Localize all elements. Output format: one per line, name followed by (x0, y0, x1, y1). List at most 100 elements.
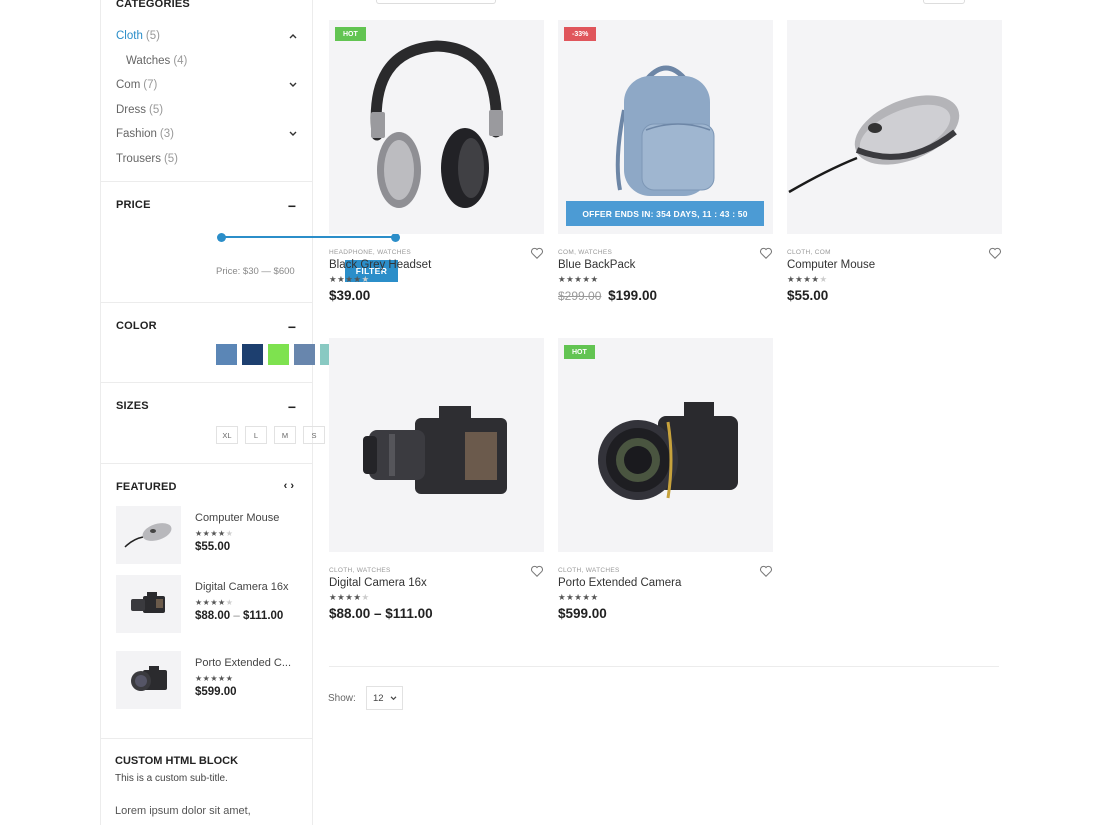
color-widget: COLOR − (101, 303, 312, 383)
product-name[interactable]: Porto Extended Camera (558, 577, 773, 589)
chevron-up-icon[interactable] (287, 31, 299, 41)
category-item-dress[interactable]: Dress (5) (116, 98, 299, 123)
color-swatch[interactable] (294, 344, 315, 365)
camera-icon[interactable] (116, 575, 181, 633)
product-card[interactable]: CLOTH, COM Computer Mouse ★★★★★ $55.00 (787, 20, 1002, 303)
product-card[interactable]: CLOTH, WATCHES Digital Camera 16x ★★★★★ … (329, 338, 544, 621)
star-icon: ★ (590, 274, 599, 284)
product-categories[interactable]: CLOTH, WATCHES (558, 567, 773, 574)
categories-title: CATEGORIES (116, 0, 190, 10)
chevron-down-icon[interactable] (287, 129, 299, 139)
star-icon: ★ (361, 274, 370, 284)
category-item-trousers[interactable]: Trousers (5) (116, 147, 299, 172)
heart-icon[interactable] (759, 564, 773, 578)
category-item-cloth[interactable]: Cloth (5) (116, 24, 299, 49)
color-swatch[interactable] (268, 344, 289, 365)
color-swatch[interactable] (216, 344, 237, 365)
carousel-arrows: ‹ › (284, 480, 294, 492)
rating-stars: ★★★★★ (558, 274, 773, 285)
star-icon: ★ (329, 592, 338, 602)
star-icon: ★ (361, 592, 370, 602)
rating-stars: ★★★★★ (787, 274, 1002, 285)
featured-item-price: $88.00 – $111.00 (195, 610, 283, 622)
camera-icon (363, 406, 507, 494)
chevron-right-icon[interactable]: › (290, 480, 294, 492)
heart-icon[interactable] (759, 246, 773, 260)
star-icon: ★ (353, 592, 362, 602)
product-name[interactable]: Black Grey Headset (329, 259, 544, 271)
price-high: $111.00 (243, 610, 284, 622)
collapse-icon[interactable]: − (288, 320, 296, 334)
featured-item-name[interactable]: Computer Mouse (195, 512, 299, 524)
category-name[interactable]: Dress (116, 104, 146, 116)
category-name[interactable]: Com (116, 79, 140, 91)
category-name[interactable]: Trousers (116, 153, 161, 165)
sizes-widget: SIZES − (101, 383, 312, 464)
product-image[interactable]: HOT (329, 20, 544, 234)
product-name[interactable]: Computer Mouse (787, 259, 1002, 271)
product-categories[interactable]: COM, WATCHES (558, 249, 773, 256)
per-page-value[interactable]: 12 (373, 693, 384, 704)
price-title: PRICE (116, 199, 151, 211)
sort-dropdown[interactable] (376, 0, 496, 4)
category-name[interactable]: Cloth (116, 30, 143, 42)
collapse-icon[interactable]: − (288, 400, 296, 414)
product-card[interactable]: HOT HEADPHONE, WATCHES Black Grey Headse… (329, 20, 544, 303)
rating-stars: ★★★★★ (558, 592, 773, 603)
product-price: $299.00 $199.00 (558, 288, 773, 303)
old-price: $299.00 (558, 289, 602, 303)
heart-icon[interactable] (988, 246, 1002, 260)
product-image[interactable] (787, 20, 1002, 234)
product-image[interactable]: -33% OFFER ENDS IN: 354 DAYS, 11 : 43 : … (558, 20, 773, 234)
star-icon: ★ (225, 674, 234, 683)
collapse-icon[interactable]: − (288, 199, 296, 213)
featured-item-name[interactable]: Porto Extended C... (195, 657, 299, 669)
heart-icon[interactable] (530, 564, 544, 578)
slider-min-handle[interactable] (217, 232, 226, 242)
featured-item-name[interactable]: Digital Camera 16x (195, 581, 299, 593)
category-name[interactable]: Watches (126, 55, 170, 67)
chevron-down-icon[interactable] (390, 695, 397, 701)
categories-widget: CATEGORIES Cloth (5) Watches (4) Com (7) Dr… (101, 0, 312, 182)
chevron-down-icon[interactable] (287, 80, 299, 90)
category-count: (7) (143, 79, 158, 92)
mouse-icon[interactable] (116, 506, 181, 564)
featured-item[interactable]: Porto Extended C... ★★★★★ $599.00 (116, 651, 299, 709)
view-toggle[interactable] (923, 0, 965, 4)
category-item-fashion[interactable]: Fashion (3) (116, 122, 299, 147)
product-image[interactable] (329, 338, 544, 552)
product-card[interactable]: HOT CLOTH, WATCHES Porto Extended Camera… (558, 338, 773, 621)
camera-icon[interactable] (116, 651, 181, 709)
headphones-icon (370, 40, 503, 208)
sale-badge: -33% (564, 27, 597, 41)
product-price: $88.00 – $111.00 (329, 606, 433, 621)
product-categories[interactable]: CLOTH, COM (787, 249, 1002, 256)
size-option-xl[interactable]: XL (216, 426, 238, 444)
category-count: (5) (145, 30, 160, 43)
product-card[interactable]: -33% OFFER ENDS IN: 354 DAYS, 11 : 43 : … (558, 20, 773, 303)
product-name[interactable]: Digital Camera 16x (329, 577, 544, 589)
category-item-watches[interactable]: Watches (4) (116, 49, 299, 74)
featured-item[interactable]: Computer Mouse ★★★★★ $55.00 (116, 506, 299, 564)
star-icon: ★ (329, 274, 338, 284)
size-option-s[interactable]: S (303, 426, 325, 444)
rating-stars: ★★★★★ (195, 529, 233, 538)
category-name[interactable]: Fashion (116, 128, 157, 140)
per-page-select[interactable]: 12 (366, 686, 403, 710)
heart-icon[interactable] (530, 246, 544, 260)
size-option-m[interactable]: M (274, 426, 296, 444)
chevron-left-icon[interactable]: ‹ (284, 480, 288, 492)
category-item-com[interactable]: Com (7) (116, 73, 299, 98)
product-categories[interactable]: HEADPHONE, WATCHES (329, 249, 544, 256)
product-price: $599.00 (558, 606, 607, 621)
star-icon: ★ (558, 274, 567, 284)
product-image[interactable]: HOT (558, 338, 773, 552)
size-option-l[interactable]: L (245, 426, 267, 444)
product-categories[interactable]: CLOTH, WATCHES (329, 567, 544, 574)
star-icon: ★ (590, 592, 599, 602)
offer-countdown: OFFER ENDS IN: 354 DAYS, 11 : 43 : 50 (566, 201, 764, 226)
featured-item[interactable]: Digital Camera 16x ★★★★★ $88.00 – $111.0… (116, 575, 299, 633)
color-swatch[interactable] (242, 344, 263, 365)
per-page-label: Show: (328, 693, 356, 704)
product-name[interactable]: Blue BackPack (558, 259, 773, 271)
